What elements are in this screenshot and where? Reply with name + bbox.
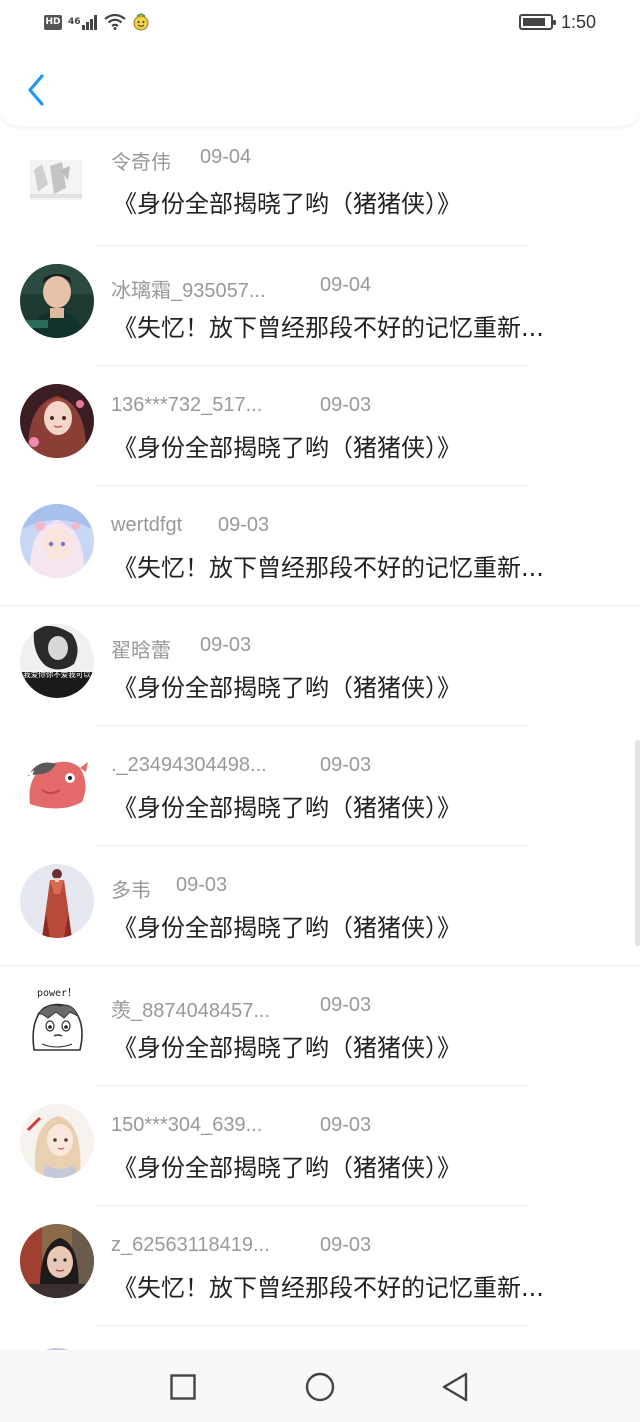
- nav-bar: [0, 44, 640, 126]
- avatar: power！: [20, 984, 94, 1058]
- list-item[interactable]: 150***304_639... 09-03 《身份全部揭晓了哟（猪猪侠）》: [0, 1086, 640, 1206]
- avatar: 我爱你你不爱我可以: [20, 624, 94, 698]
- username[interactable]: 冰璃霜_935057...: [111, 274, 320, 302]
- circle-icon: [305, 1372, 335, 1402]
- avatar-caption: power！: [37, 988, 77, 999]
- notification-emoji-icon: [133, 13, 149, 31]
- username[interactable]: ._23494304498...: [111, 754, 320, 782]
- item-meta: 令奇伟 09-04: [111, 146, 251, 174]
- username[interactable]: 令奇伟: [111, 146, 200, 174]
- list-item[interactable]: ._23494304498... 09-03 《身份全部揭晓了哟（猪猪侠）》: [0, 726, 640, 846]
- triangle-back-icon: [442, 1372, 468, 1402]
- back-nav-button[interactable]: [438, 1370, 472, 1404]
- item-title[interactable]: 《身份全部揭晓了哟（猪猪侠）》: [113, 788, 603, 823]
- recents-button[interactable]: [166, 1370, 200, 1404]
- battery-icon: [518, 14, 556, 30]
- item-meta: 136***732_517... 09-03: [111, 394, 371, 422]
- status-left: HD 46: [44, 10, 150, 34]
- username[interactable]: 多韦: [111, 874, 176, 902]
- item-title[interactable]: 《身份全部揭晓了哟（猪猪侠）》: [113, 908, 603, 943]
- date: 09-04: [320, 274, 372, 296]
- date: 09-03: [176, 874, 228, 896]
- date: 09-04: [200, 146, 252, 168]
- back-button[interactable]: [18, 70, 54, 110]
- date: 09-03: [320, 1114, 372, 1136]
- wifi-icon: [103, 14, 126, 30]
- item-meta: z_62563118419... 09-03: [111, 1234, 371, 1262]
- date: 09-03: [320, 754, 372, 776]
- system-nav-bar: [0, 1350, 640, 1422]
- list-item[interactable]: 136***732_517... 09-03 《身份全部揭晓了哟（猪猪侠）》: [0, 366, 640, 486]
- list-item[interactable]: 多韦 09-03 《身份全部揭晓了哟（猪猪侠）》: [0, 846, 640, 966]
- avatar: [20, 264, 94, 338]
- username[interactable]: 翟晗蕾: [111, 634, 200, 662]
- chevron-left-icon: [28, 74, 44, 106]
- list-item[interactable]: 令奇伟 09-04 《身份全部揭晓了哟（猪猪侠）》: [0, 126, 640, 246]
- item-title[interactable]: 《身份全部揭晓了哟（猪猪侠）》: [113, 1148, 603, 1183]
- username[interactable]: 羡_8874048457...: [111, 994, 320, 1022]
- avatar: [20, 1224, 94, 1298]
- avatar: [20, 384, 94, 458]
- item-meta: 冰璃霜_935057... 09-04: [111, 274, 371, 302]
- home-button[interactable]: [303, 1370, 337, 1404]
- comment-list[interactable]: 令奇伟 09-04 《身份全部揭晓了哟（猪猪侠）》 冰璃霜_935057... …: [0, 126, 640, 1350]
- avatar: [20, 504, 94, 578]
- item-title[interactable]: 《失忆！放下曾经那段不好的记忆重新...: [113, 308, 603, 343]
- screen: HD 46 1:50 令奇伟 09-04 《身份全部揭晓了哟（猪猪侠）》 冰璃霜…: [0, 0, 640, 1422]
- list-item[interactable]: 冰璃霜_935057... 09-04 《失忆！放下曾经那段不好的记忆重新...: [0, 246, 640, 366]
- list-item[interactable]: [0, 1326, 640, 1350]
- item-meta: wertdfgt 09-03: [111, 514, 269, 542]
- item-title[interactable]: 《身份全部揭晓了哟（猪猪侠）》: [113, 1028, 603, 1063]
- item-title[interactable]: 《失忆！放下曾经那段不好的记忆重新...: [113, 548, 603, 583]
- date: 09-03: [320, 1234, 372, 1256]
- date: 09-03: [218, 514, 270, 536]
- avatar: [20, 140, 94, 214]
- date: 09-03: [320, 994, 372, 1016]
- date: 09-03: [200, 634, 252, 656]
- item-title[interactable]: 《身份全部揭晓了哟（猪猪侠）》: [113, 184, 603, 219]
- username[interactable]: 150***304_639...: [111, 1114, 320, 1142]
- hd-badge: HD: [44, 14, 62, 30]
- network-type: 46: [68, 16, 81, 27]
- date: 09-03: [320, 394, 372, 416]
- list-item[interactable]: z_62563118419... 09-03 《失忆！放下曾经那段不好的记忆重新…: [0, 1206, 640, 1326]
- username[interactable]: wertdfgt: [111, 514, 218, 542]
- avatar-caption: 我爱你你不爱我可以: [23, 669, 91, 679]
- clock: 1:50: [560, 11, 596, 32]
- avatar: [20, 864, 94, 938]
- signal-icon: [81, 14, 98, 30]
- avatar: [20, 1104, 94, 1178]
- square-icon: [170, 1374, 196, 1400]
- list-item[interactable]: 我爱你你不爱我可以 翟晗蕾 09-03 《身份全部揭晓了哟（猪猪侠）》: [0, 606, 640, 726]
- item-meta: 多韦 09-03: [111, 874, 227, 902]
- item-title[interactable]: 《失忆！放下曾经那段不好的记忆重新...: [113, 1268, 603, 1303]
- item-meta: 150***304_639... 09-03: [111, 1114, 371, 1142]
- list-item[interactable]: wertdfgt 09-03 《失忆！放下曾经那段不好的记忆重新...: [0, 486, 640, 606]
- username[interactable]: 136***732_517...: [111, 394, 320, 422]
- scrollbar[interactable]: [635, 740, 640, 946]
- item-meta: 翟晗蕾 09-03: [111, 634, 251, 662]
- item-meta: ._23494304498... 09-03: [111, 754, 371, 782]
- status-right: 1:50: [518, 10, 596, 34]
- item-meta: 羡_8874048457... 09-03: [111, 994, 371, 1022]
- avatar: [20, 744, 94, 818]
- item-title[interactable]: 《身份全部揭晓了哟（猪猪侠）》: [113, 668, 603, 703]
- username[interactable]: z_62563118419...: [111, 1234, 320, 1262]
- item-title[interactable]: 《身份全部揭晓了哟（猪猪侠）》: [113, 428, 603, 463]
- list-item[interactable]: power！ 羡_8874048457... 09-03 《身份全部揭晓了哟（猪…: [0, 966, 640, 1086]
- status-bar: HD 46 1:50: [0, 0, 640, 44]
